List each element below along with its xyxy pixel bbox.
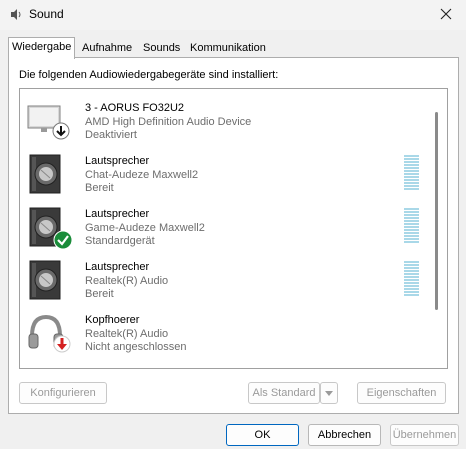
device-name: Lautsprecher: [85, 261, 150, 273]
device-driver: AMD High Definition Audio Device: [85, 116, 252, 128]
list-item[interactable]: Lautsprecher Realtek(R) Audio Bereit: [20, 255, 430, 303]
list-item[interactable]: Lautsprecher Chat-Audeze Maxwell2 Bereit: [20, 149, 430, 197]
set-default-dropdown[interactable]: [320, 382, 338, 404]
tab-kommunikation[interactable]: Kommunikation: [187, 39, 269, 57]
device-name: 3 - AORUS FO32U2: [85, 102, 185, 114]
device-name: Kopfhoerer: [85, 314, 140, 326]
device-status: Bereit: [85, 288, 114, 300]
level-meter: [404, 261, 419, 297]
close-icon[interactable]: [436, 4, 456, 24]
device-list[interactable]: 3 - AORUS FO32U2 AMD High Definition Aud…: [19, 88, 448, 369]
level-meter: [404, 208, 419, 244]
speaker-app-icon: [11, 9, 21, 20]
intro-text: Die folgenden Audiowiedergabegeräte sind…: [19, 69, 279, 81]
device-driver: Realtek(R) Audio: [85, 275, 169, 287]
window-title: Sound: [29, 7, 64, 21]
title-bar: [0, 0, 466, 30]
device-name: Lautsprecher: [85, 155, 150, 167]
tab-wiedergabe[interactable]: Wiedergabe: [8, 37, 76, 59]
tab-aufnahme[interactable]: Aufnahme: [79, 39, 135, 57]
list-item[interactable]: Kopfhoerer Realtek(R) Audio Nicht angesc…: [20, 308, 430, 356]
level-meter: [404, 155, 419, 191]
list-item[interactable]: 3 - AORUS FO32U2 AMD High Definition Aud…: [20, 96, 430, 144]
down-arrow-badge-icon: [52, 122, 70, 140]
speaker-icon: [29, 260, 61, 300]
list-item[interactable]: Lautsprecher Game-Audeze Maxwell2 Standa…: [20, 202, 430, 250]
apply-button[interactable]: Übernehmen: [390, 424, 459, 446]
device-status: Nicht angeschlossen: [85, 341, 187, 353]
default-check-badge-icon: [53, 230, 73, 250]
set-default-button[interactable]: Als Standard: [248, 382, 320, 404]
device-status: Deaktiviert: [85, 129, 137, 141]
tab-sounds[interactable]: Sounds: [140, 39, 183, 57]
speaker-icon: [29, 154, 61, 194]
properties-button[interactable]: Eigenschaften: [357, 382, 446, 404]
device-status: Bereit: [85, 182, 114, 194]
cancel-button[interactable]: Abbrechen: [308, 424, 381, 446]
chevron-down-icon: [325, 391, 333, 396]
device-status: Standardgerät: [85, 235, 155, 247]
device-driver: Realtek(R) Audio: [85, 328, 169, 340]
device-name: Lautsprecher: [85, 208, 150, 220]
device-driver: Game-Audeze Maxwell2: [85, 222, 205, 234]
configure-button[interactable]: Konfigurieren: [19, 382, 107, 404]
scrollbar-thumb[interactable]: [435, 112, 438, 310]
unplugged-badge-icon: [53, 335, 71, 353]
ok-button[interactable]: OK: [226, 424, 299, 446]
device-driver: Chat-Audeze Maxwell2: [85, 169, 199, 181]
